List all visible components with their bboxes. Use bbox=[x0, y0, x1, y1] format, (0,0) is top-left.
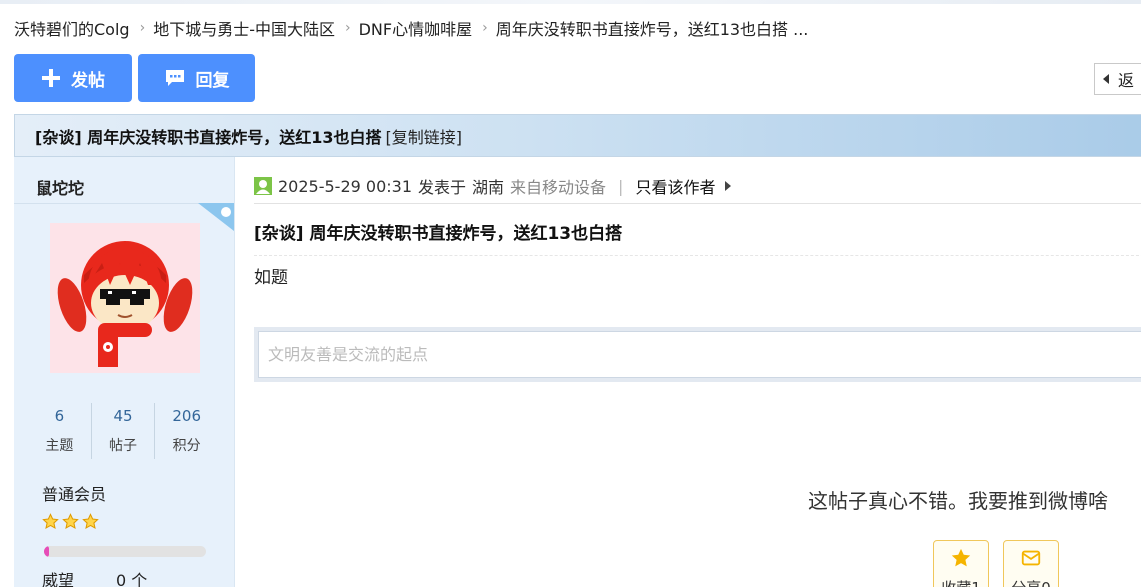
star-icon bbox=[950, 547, 972, 573]
stat-label: 主题 bbox=[45, 438, 74, 454]
star-icon bbox=[42, 513, 59, 529]
share-label: 分享0 bbox=[1011, 577, 1051, 587]
thread-title: [杂谈] 周年庆没转职书直接炸号，送红13也白搭 bbox=[35, 127, 382, 147]
divider bbox=[254, 255, 1141, 256]
level-progress-bar bbox=[44, 546, 206, 557]
author-stats: 6 主题 45 帖子 206 积分 bbox=[28, 403, 218, 459]
star-icon bbox=[82, 513, 99, 529]
copy-link[interactable]: [复制链接] bbox=[385, 124, 462, 148]
only-author-link[interactable]: 只看该作者 bbox=[635, 174, 715, 198]
meta-divider: | bbox=[618, 176, 624, 196]
prestige-value: 0 个 bbox=[116, 571, 148, 587]
avatar[interactable] bbox=[50, 223, 200, 373]
post-date: 2025-5-29 00:31 bbox=[278, 176, 412, 196]
prestige-row: 威望 0 个 bbox=[42, 567, 147, 587]
breadcrumb-separator: › bbox=[139, 20, 146, 36]
online-badge-icon bbox=[198, 203, 234, 231]
chat-bubble-icon bbox=[164, 68, 186, 88]
device-label: 来自移动设备 bbox=[510, 178, 607, 197]
user-icon bbox=[254, 177, 272, 195]
breadcrumb-site[interactable]: 沃特碧们的Colg bbox=[14, 16, 130, 40]
stat-value: 45 bbox=[113, 407, 133, 425]
stat-label: 积分 bbox=[172, 438, 201, 454]
thread-title-bar: [杂谈] 周年庆没转职书直接炸号，送红13也白搭 [复制链接] bbox=[14, 114, 1141, 157]
stat-value: 206 bbox=[172, 407, 201, 425]
post-body: 如题 bbox=[254, 268, 288, 288]
quick-reply-input[interactable] bbox=[258, 331, 1141, 378]
share-button[interactable]: 分享0 bbox=[1003, 540, 1059, 587]
stat-value: 6 bbox=[54, 407, 65, 425]
envelope-icon bbox=[1020, 547, 1042, 573]
author-sidebar: 鼠坨坨 6 主题 45 帖子 206 积分 普通会员 威望 0 个 bbox=[14, 157, 235, 587]
back-button[interactable]: 返 bbox=[1094, 63, 1141, 95]
stat-points[interactable]: 206 积分 bbox=[154, 403, 218, 459]
reply-label: 回复 bbox=[195, 70, 230, 91]
breadcrumb-separator: › bbox=[344, 20, 351, 36]
quick-reply-box bbox=[254, 327, 1141, 382]
prestige-label: 威望 bbox=[42, 571, 75, 587]
star-icon bbox=[62, 513, 79, 529]
post-meta: 2025-5-29 00:31 发表于 湖南 来自移动设备 | 只看该作者 bbox=[254, 174, 732, 198]
back-label: 返 bbox=[1118, 71, 1135, 90]
post-content: 2025-5-29 00:31 发表于 湖南 来自移动设备 | 只看该作者 [杂… bbox=[236, 157, 1141, 587]
stat-posts[interactable]: 45 帖子 bbox=[90, 403, 155, 459]
stat-threads[interactable]: 6 主题 bbox=[28, 403, 91, 459]
level-progress-fill bbox=[44, 546, 49, 557]
promo-text: 这帖子真心不错。我要推到微博啥 bbox=[808, 489, 1108, 513]
posted-at-label: 发表于 bbox=[418, 178, 467, 197]
divider bbox=[254, 203, 1141, 204]
breadcrumb-forum[interactable]: DNF心情咖啡屋 bbox=[359, 16, 473, 40]
favorite-label: 收藏1 bbox=[941, 577, 981, 587]
member-group: 普通会员 bbox=[42, 485, 107, 504]
stat-label: 帖子 bbox=[109, 438, 137, 454]
new-post-button[interactable]: 发帖 bbox=[14, 54, 132, 102]
breadcrumb-separator: › bbox=[482, 20, 488, 36]
breadcrumb: 沃特碧们的Colg › 地下城与勇士-中国大陆区 › DNF心情咖啡屋 › 周年… bbox=[14, 16, 808, 40]
top-strip bbox=[0, 0, 1141, 4]
reply-button[interactable]: 回复 bbox=[138, 54, 255, 102]
post-title: [杂谈] 周年庆没转职书直接炸号，送红13也白搭 bbox=[254, 224, 623, 244]
new-post-label: 发帖 bbox=[71, 70, 105, 91]
triangle-left-icon bbox=[1103, 74, 1109, 84]
forum-thread-page: 沃特碧们的Colg › 地下城与勇士-中国大陆区 › DNF心情咖啡屋 › 周年… bbox=[0, 0, 1141, 587]
post-location: 湖南 bbox=[472, 178, 505, 197]
breadcrumb-thread[interactable]: 周年庆没转职书直接炸号，送红13也白搭 ... bbox=[496, 16, 809, 40]
plus-icon bbox=[41, 68, 61, 88]
triangle-right-icon bbox=[725, 181, 732, 191]
rank-stars bbox=[42, 513, 99, 530]
breadcrumb-region[interactable]: 地下城与勇士-中国大陆区 bbox=[153, 16, 335, 40]
author-name[interactable]: 鼠坨坨 bbox=[36, 175, 84, 199]
avatar-image bbox=[50, 223, 200, 373]
favorite-button[interactable]: 收藏1 bbox=[933, 540, 989, 587]
